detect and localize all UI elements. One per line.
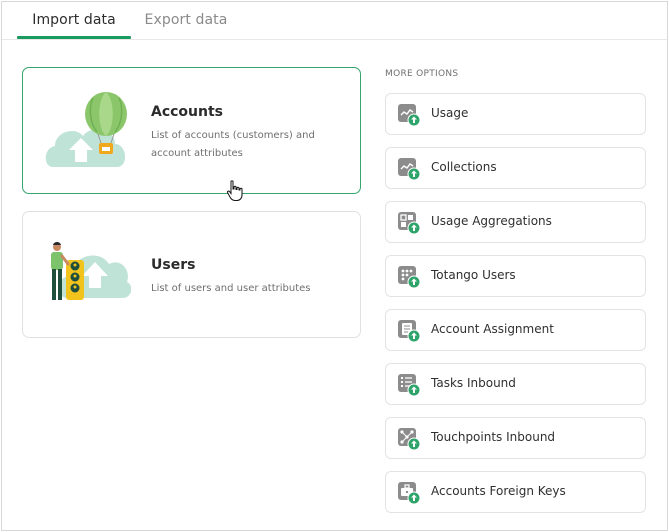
cloud-upload-person-icon xyxy=(51,242,131,300)
hand-pointer-cursor-icon xyxy=(226,180,243,201)
tab-bar: Import data Export data xyxy=(2,2,667,40)
option-label: Totango Users xyxy=(431,268,516,282)
option-accounts-foreign-keys[interactable]: Accounts Foreign Keys xyxy=(385,471,646,513)
import-export-panel: Import data Export data Accounts List of… xyxy=(1,1,668,531)
task-list-icon xyxy=(398,374,421,397)
option-label: Usage Aggregations xyxy=(431,214,552,228)
option-label: Touchpoints Inbound xyxy=(431,430,556,444)
option-usage[interactable]: Usage xyxy=(385,93,646,135)
cloud-upload-balloon-icon xyxy=(45,92,127,167)
usage-chart-icon xyxy=(398,104,421,127)
users-card-title: Users xyxy=(151,257,196,273)
tab-import-data[interactable]: Import data xyxy=(17,12,131,38)
tab-export-data[interactable]: Export data xyxy=(131,12,241,38)
briefcase-icon xyxy=(398,482,421,505)
more-options-heading: MORE OPTIONS xyxy=(385,69,459,79)
accounts-card-description: List of accounts (customers) and account… xyxy=(151,130,315,159)
users-dots-icon xyxy=(398,266,421,289)
aggregation-blocks-icon xyxy=(398,212,421,235)
option-label: Account Assignment xyxy=(431,322,554,336)
option-label: Collections xyxy=(431,160,497,174)
option-label: Tasks Inbound xyxy=(431,376,516,390)
option-usage-aggregations[interactable]: Usage Aggregations xyxy=(385,201,646,243)
collections-chart-icon xyxy=(398,158,421,181)
option-totango-users[interactable]: Totango Users xyxy=(385,255,646,297)
users-card-description: List of users and user attributes xyxy=(151,283,311,294)
option-account-assignment[interactable]: Account Assignment xyxy=(385,309,646,351)
document-icon xyxy=(398,320,421,343)
import-accounts-card[interactable]: Accounts List of accounts (customers) an… xyxy=(22,67,361,194)
option-touchpoints-inbound[interactable]: Touchpoints Inbound xyxy=(385,417,646,459)
option-tasks-inbound[interactable]: Tasks Inbound xyxy=(385,363,646,405)
option-label: Accounts Foreign Keys xyxy=(431,484,566,498)
accounts-card-title: Accounts xyxy=(151,104,224,120)
active-tab-indicator xyxy=(17,36,131,39)
import-users-card[interactable]: Users List of users and user attributes xyxy=(22,211,361,338)
option-label: Usage xyxy=(431,106,469,120)
option-collections[interactable]: Collections xyxy=(385,147,646,189)
network-nodes-icon xyxy=(398,428,421,451)
